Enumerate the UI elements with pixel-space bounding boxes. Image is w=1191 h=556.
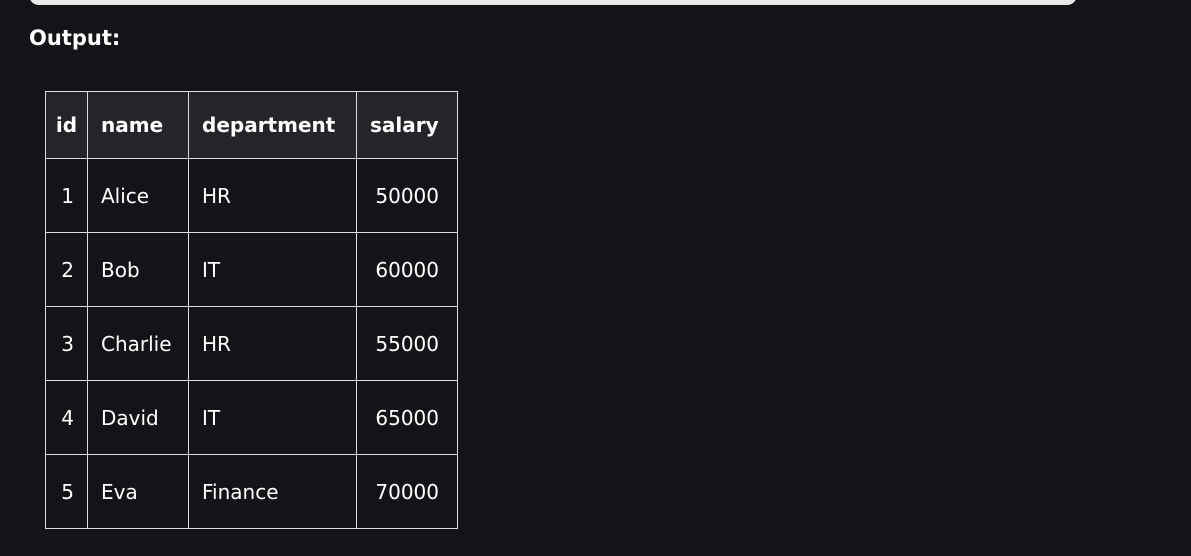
result-table: id name department salary 1 Alice HR 500… [45, 91, 458, 529]
cell-department: Finance [188, 454, 357, 529]
table-row: 1 Alice HR 50000 [45, 158, 458, 233]
output-heading: Output: [29, 26, 121, 50]
cell-name: David [87, 380, 189, 455]
table-header-row: id name department salary [45, 91, 458, 159]
cell-salary: 55000 [356, 306, 458, 381]
cell-department: HR [188, 306, 357, 381]
previous-panel-edge [29, 0, 1077, 5]
cell-salary: 65000 [356, 380, 458, 455]
page: Output: id name department salary 1 Alic… [0, 0, 1191, 556]
cell-department: HR [188, 158, 357, 233]
column-header-name: name [87, 91, 189, 159]
cell-id: 1 [45, 158, 88, 233]
column-header-department: department [188, 91, 357, 159]
cell-id: 3 [45, 306, 88, 381]
table-row: 5 Eva Finance 70000 [45, 454, 458, 529]
cell-department: IT [188, 380, 357, 455]
cell-salary: 70000 [356, 454, 458, 529]
table-row: 2 Bob IT 60000 [45, 232, 458, 307]
cell-id: 2 [45, 232, 88, 307]
table-row: 3 Charlie HR 55000 [45, 306, 458, 381]
cell-name: Charlie [87, 306, 189, 381]
cell-id: 5 [45, 454, 88, 529]
table-row: 4 David IT 65000 [45, 380, 458, 455]
cell-id: 4 [45, 380, 88, 455]
column-header-id: id [45, 91, 88, 159]
cell-salary: 60000 [356, 232, 458, 307]
cell-department: IT [188, 232, 357, 307]
cell-name: Alice [87, 158, 189, 233]
column-header-salary: salary [356, 91, 458, 159]
cell-name: Eva [87, 454, 189, 529]
cell-salary: 50000 [356, 158, 458, 233]
cell-name: Bob [87, 232, 189, 307]
